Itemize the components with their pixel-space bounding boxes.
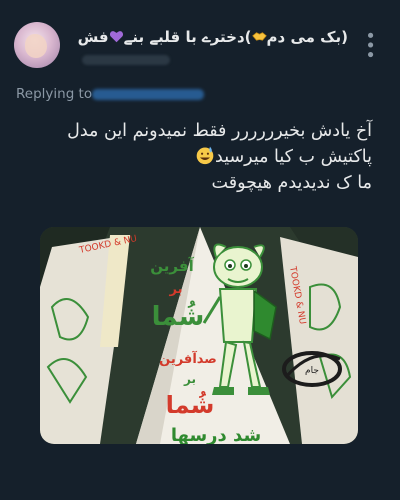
tweet-text-line-1: آخ یادش بخیرررررر فقط نمیدونم این مدل	[67, 121, 372, 141]
avatar[interactable]	[14, 22, 60, 68]
watermark-logo-text: جام	[305, 366, 319, 376]
purple-heart-icon	[109, 31, 123, 43]
tweet-media-image[interactable]: TOOKD & NU TOOKD & NU آفرین بر شُما صدآف…	[40, 227, 358, 444]
tweet-text: آخ یادش بخیرررررر فقط نمیدونم این مدل پا…	[22, 118, 372, 196]
slogan-afarin: آفرین	[150, 257, 194, 275]
snack-bag-photo: TOOKD & NU TOOKD & NU آفرین بر شُما صدآف…	[40, 227, 358, 444]
replying-to-user-blurred[interactable]	[92, 89, 204, 100]
tweet-text-line-3: ما ک ندیدیدم هیچوقت	[211, 173, 372, 193]
slogan-bar-bottom: بر	[183, 372, 196, 386]
handshake-icon	[251, 32, 267, 41]
slogan-shoma-top: شُما	[152, 301, 205, 332]
slogan-shoma-bottom: شُما	[166, 391, 215, 419]
tweet-text-line-2: پاکتیش ب کیا میرسید	[22, 144, 372, 170]
replying-to-label: Replying to	[16, 86, 93, 102]
user-handle-blurred	[82, 55, 170, 65]
slogan-sad-afarin: صدآفرین	[159, 350, 217, 367]
display-name[interactable]: (بک می دم)دخترے با قلبے بنےفش	[78, 28, 348, 46]
slogan-bottom-banner: شد درسها	[171, 425, 261, 444]
grinning-sweat-emoji-icon	[196, 146, 214, 165]
more-vertical-icon[interactable]: •••	[359, 30, 380, 59]
slogan-bar-top: بر	[169, 282, 183, 297]
